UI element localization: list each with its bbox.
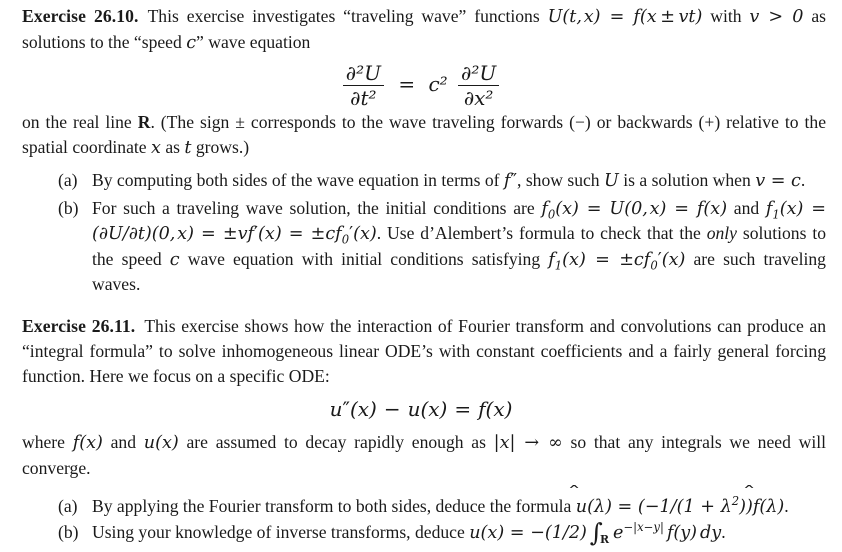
f-hat-symbol: ̂f	[753, 495, 760, 520]
exercise-26-10-intro-text-1: This exercise investigates “traveling wa…	[148, 6, 540, 26]
inline-math-f0: f0(x) = U(0, x) = f(x)	[541, 199, 727, 219]
exercise-26-10-intro-mid: with	[710, 6, 741, 26]
exercise-26-10-label: Exercise 26.10.	[22, 6, 139, 26]
exercise-26-11-intro-text: This exercise shows how the interaction …	[22, 316, 826, 386]
inline-math-c: c	[186, 33, 196, 53]
u-hat-symbol: ̂u	[576, 495, 587, 520]
ode-equation-expression: u″(x)−u(x)=f(x)	[330, 397, 513, 421]
wave-equation-lhs-denominator: ∂t²	[343, 86, 384, 109]
list-item: (a) By applying the Fourier transform to…	[0, 494, 826, 520]
inline-math-speed-c: c	[170, 250, 180, 270]
inline-math-v-positive: v > 0	[749, 7, 803, 27]
ode-equation-display: u″(x)−u(x)=f(x)	[0, 397, 842, 421]
exercise-26-11-intro: Exercise 26.11.This exercise shows how t…	[0, 314, 842, 389]
inline-math-traveling-wave: U(t, x) = f(x ± vt)	[548, 7, 703, 27]
real-line-symbol: R	[138, 112, 151, 132]
inline-math-abs-x-to-infinity: |x| → ∞	[494, 433, 563, 453]
inline-math-initial-velocity: (∂U/∂t)(0, x) = ±vf′(x) = ±cf0′(x)	[92, 224, 377, 244]
list-marker-a: (a)	[58, 494, 88, 519]
wave-equation-rhs-fraction: ∂²U ∂x²	[458, 62, 499, 110]
inline-math-f1: f1(x) =	[766, 199, 826, 219]
list-item: (b) For such a traveling wave solution, …	[0, 196, 826, 297]
wave-equation-lhs-numerator: ∂²U	[343, 62, 384, 86]
wave-equation-rhs-denominator: ∂x²	[458, 86, 499, 109]
list-item: (a) By computing both sides of the wave …	[0, 168, 826, 194]
inline-math-f-double-prime: f″	[504, 171, 517, 191]
wave-equation-lhs-fraction: ∂²U ∂t²	[343, 62, 384, 110]
inline-math-t: t	[184, 138, 191, 158]
inline-math-U: U	[604, 171, 619, 191]
exercise-26-10-intro: Exercise 26.10. This exercise investigate…	[0, 0, 842, 56]
emphasis-only: only	[707, 223, 737, 243]
list-marker-b: (b)	[58, 520, 88, 545]
document-page: Exercise 26.10. This exercise investigate…	[0, 0, 842, 522]
inline-math-x: x	[151, 138, 161, 158]
wave-equation-operator: =	[391, 72, 422, 96]
list-marker-a: (a)	[58, 168, 88, 193]
exercise-26-10-items: (a) By computing both sides of the wave …	[0, 168, 842, 297]
inline-math-fourier-formula: ̂u(λ) = (−1/(1 + λ2))̂f(λ)	[576, 497, 785, 517]
exercise-26-11-after-equation: where f(x) and u(x) are assumed to decay…	[0, 430, 842, 481]
inline-math-v-equals-c: v = c	[755, 171, 801, 191]
inline-math-integral-formula: u(x) = −(1/2)∫Re−|x−y|f(y)dy	[469, 523, 721, 543]
integral-domain-R: R	[600, 533, 609, 546]
wave-equation-rhs-numerator: ∂²U	[458, 62, 499, 86]
wave-equation-expression: ∂²U ∂t² = c² ∂²U ∂x²	[342, 72, 501, 96]
exercise-26-11-label: Exercise 26.11.	[22, 316, 135, 336]
inline-math-f1-condition: f1(x) = ±cf0′(x)	[548, 250, 685, 270]
list-marker-b: (b)	[58, 196, 88, 221]
wave-equation-coefficient: c²	[428, 72, 447, 96]
list-item: (b) Using your knowledge of inverse tran…	[0, 520, 826, 552]
exercise-26-10-after-equation: on the real line R. (The sign ± correspo…	[0, 110, 842, 161]
inline-math-u-of-x: u(x)	[144, 433, 179, 453]
wave-equation-display: ∂²U ∂t² = c² ∂²U ∂x²	[0, 62, 842, 106]
inline-math-f-of-x: f(x)	[73, 433, 103, 453]
exercise-26-11-items: (a) By applying the Fourier transform to…	[0, 494, 842, 552]
